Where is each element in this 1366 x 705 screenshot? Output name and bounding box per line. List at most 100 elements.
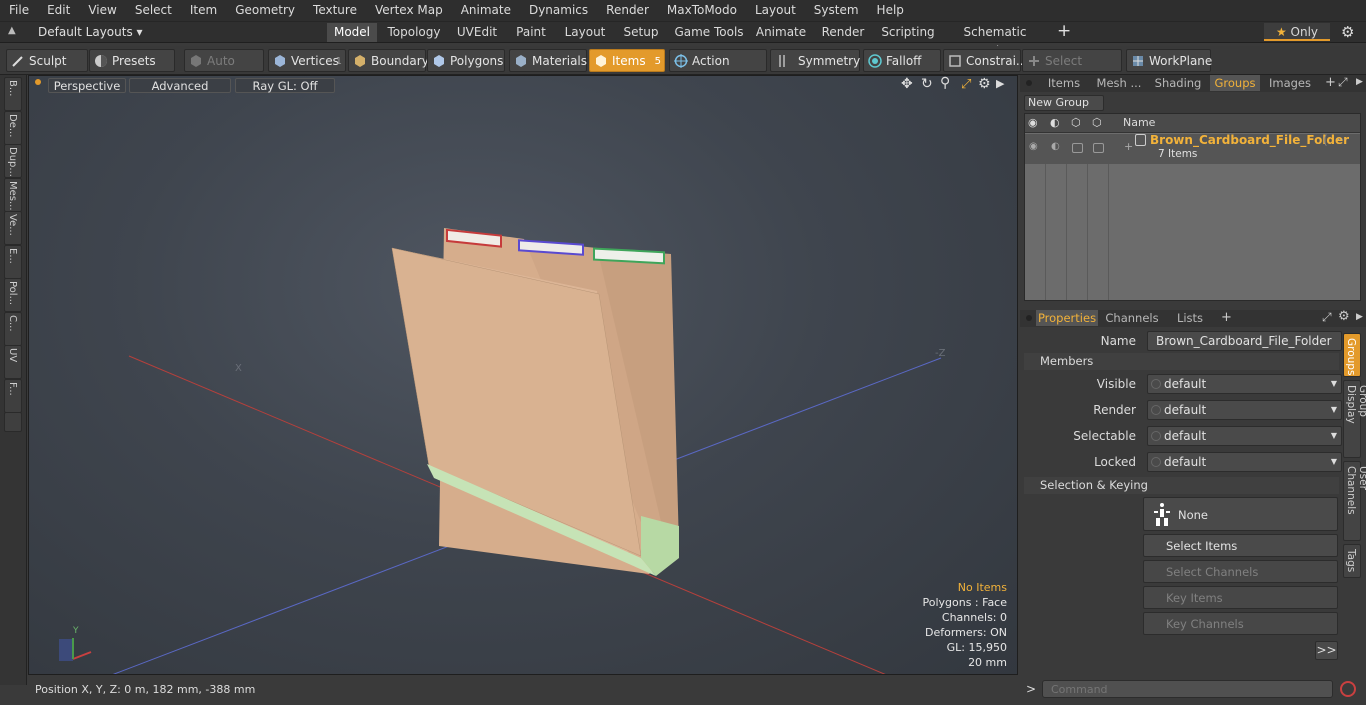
materials-button[interactable]: Materials	[509, 49, 587, 72]
auto-select-button[interactable]: Auto Select	[184, 49, 264, 91]
group-more[interactable]: ...	[1337, 132, 1347, 143]
groups-add-tab-button[interactable]: +	[1325, 75, 1336, 90]
visible-dropdown[interactable]: default ▼	[1147, 374, 1342, 394]
select-items-button[interactable]: Select Items	[1143, 534, 1338, 557]
groups-tab-shading[interactable]: Shading	[1154, 75, 1202, 91]
none-button[interactable]: None	[1143, 497, 1338, 531]
left-tab-9[interactable]: F...	[4, 378, 22, 413]
menu-dynamics[interactable]: Dynamics	[520, 0, 597, 21]
left-tab-3[interactable]: Mes...	[4, 177, 22, 212]
groups-tab-items[interactable]: Items	[1036, 75, 1092, 91]
constraints-button[interactable]: Constrai...	[943, 49, 1027, 72]
groups-arrow-icon[interactable]: ▶	[1356, 77, 1363, 87]
menu-maxtomodo[interactable]: MaxToModo	[658, 0, 746, 21]
group-select-checkbox[interactable]	[1093, 143, 1104, 153]
layout-tab-render[interactable]: Render	[812, 23, 874, 42]
settings-gear-icon[interactable]: ⚙	[1341, 23, 1354, 41]
side-tab-groups[interactable]: Groups	[1343, 333, 1361, 377]
left-tab-0[interactable]: B...	[4, 77, 22, 111]
side-tab-user-channels[interactable]: User Channels	[1343, 461, 1366, 541]
groups-expand-icon[interactable]: ⤢	[1338, 75, 1348, 90]
props-gear-icon[interactable]: ⚙	[1338, 309, 1350, 324]
group-name[interactable]: Brown_Cardboard_File_Folder	[1150, 133, 1349, 147]
props-add-tab-button[interactable]: +	[1221, 310, 1232, 325]
side-tab-group-display[interactable]: Group Display	[1343, 380, 1366, 458]
menu-help[interactable]: Help	[868, 0, 913, 21]
layout-tab-uvedit[interactable]: UVEdit	[449, 23, 505, 42]
menu-animate[interactable]: Animate	[452, 0, 520, 21]
props-menu-dot-icon[interactable]	[1026, 315, 1032, 321]
props-tab-channels[interactable]: Channels	[1102, 310, 1162, 326]
left-tab-1[interactable]: De...	[4, 110, 22, 145]
items-button[interactable]: Items 5	[589, 49, 665, 72]
action-center-button[interactable]: Action Center	[669, 49, 767, 91]
default-layouts-dropdown[interactable]: Default Layouts ▾	[38, 24, 143, 41]
polygons-button[interactable]: Polygons	[427, 49, 505, 72]
menu-layout[interactable]: Layout	[746, 0, 805, 21]
left-tab-8[interactable]: UV	[4, 345, 22, 379]
3d-viewport[interactable]: Perspective Advanced Ray GL: Off ✥ ↻ ⚲ ⤢…	[28, 75, 1018, 675]
select-channels-button[interactable]: Select Channels	[1143, 560, 1338, 583]
more-button[interactable]: >>	[1315, 641, 1338, 660]
layout-tab-animate[interactable]: Animate	[752, 23, 810, 42]
render-col-icon[interactable]: ◐	[1050, 116, 1060, 129]
group-lock-checkbox[interactable]	[1072, 143, 1083, 153]
visibility-col-eye-icon[interactable]: ◉	[1028, 116, 1038, 129]
vertices-button[interactable]: Vertices 1	[268, 49, 346, 72]
sculpt-button[interactable]: Sculpt	[6, 49, 88, 72]
groups-menu-dot-icon[interactable]	[1026, 80, 1032, 86]
falloff-button[interactable]: Falloff	[863, 49, 941, 72]
menu-vertex-map[interactable]: Vertex Map	[366, 0, 452, 21]
menu-texture[interactable]: Texture	[304, 0, 366, 21]
props-arrow-icon[interactable]: ▶	[1356, 312, 1363, 322]
locked-dropdown[interactable]: default ▼	[1147, 452, 1342, 472]
layout-tab-layout[interactable]: Layout	[557, 23, 613, 42]
left-tab-6[interactable]: Pol...	[4, 278, 22, 312]
key-items-button[interactable]: Key Items	[1143, 586, 1338, 609]
group-render-icon[interactable]: ◐	[1051, 141, 1060, 152]
groups-tab-groups[interactable]: Groups	[1210, 75, 1260, 91]
menu-render[interactable]: Render	[597, 0, 658, 21]
props-tab-properties[interactable]: Properties	[1036, 310, 1098, 326]
menu-item[interactable]: Item	[181, 0, 226, 21]
side-tab-tags[interactable]: Tags	[1343, 544, 1361, 578]
layout-tab-setup[interactable]: Setup	[617, 23, 665, 42]
select-col-icon[interactable]: ⬡	[1092, 116, 1102, 129]
lock-col-icon[interactable]: ⬡	[1071, 116, 1081, 129]
left-tab-4[interactable]: Ve...	[4, 211, 22, 245]
groups-tab-images[interactable]: Images	[1262, 75, 1318, 91]
record-macro-icon[interactable]	[1340, 681, 1356, 697]
selection-keying-section[interactable]: Selection & Keying	[1024, 477, 1339, 494]
boundary-button[interactable]: Boundary	[348, 49, 429, 72]
menu-select[interactable]: Select	[126, 0, 181, 21]
command-input[interactable]	[1042, 680, 1333, 698]
menu-geometry[interactable]: Geometry	[226, 0, 304, 21]
members-section[interactable]: Members	[1024, 353, 1339, 370]
layout-tab-game-tools[interactable]: Game Tools	[668, 23, 750, 42]
left-tab-extra[interactable]	[4, 412, 22, 432]
layout-tab-paint[interactable]: Paint	[509, 23, 553, 42]
name-col-header[interactable]: Name	[1123, 116, 1155, 129]
presets-button[interactable]: Presets	[89, 49, 175, 72]
new-group-button[interactable]: New Group	[1024, 95, 1104, 111]
layout-tab-model[interactable]: Model	[327, 23, 377, 42]
add-layout-tab-button[interactable]: +	[1057, 21, 1071, 41]
layout-tab-topology[interactable]: Topology	[385, 23, 443, 42]
menu-view[interactable]: View	[79, 0, 125, 21]
render-dropdown[interactable]: default ▼	[1147, 400, 1342, 420]
groups-list[interactable]: ◉ ◐ ⬡ ⬡ Name ◉ ◐ + Brown_Cardboard_File_…	[1024, 113, 1361, 301]
group-row[interactable]: ◉ ◐ + Brown_Cardboard_File_Folder ( ... …	[1025, 132, 1360, 164]
key-channels-button[interactable]: Key Channels	[1143, 612, 1338, 635]
left-tab-5[interactable]: E...	[4, 244, 22, 279]
layout-arrow-icon[interactable]: ▲	[8, 25, 16, 36]
name-field[interactable]: Brown_Cardboard_File_Folder (9)	[1147, 331, 1342, 366]
selectable-dropdown[interactable]: default ▼	[1147, 426, 1342, 446]
groups-tab-mesh[interactable]: Mesh ...	[1094, 75, 1144, 91]
symmetry-button[interactable]: Symmetry	[770, 49, 860, 72]
group-expand-icon[interactable]: +	[1124, 140, 1133, 153]
menu-edit[interactable]: Edit	[38, 0, 79, 21]
left-tab-2[interactable]: Dup...	[4, 144, 22, 178]
props-expand-icon[interactable]: ⤢	[1322, 310, 1332, 325]
layout-tab-scripting[interactable]: Scripting	[877, 23, 939, 42]
only-button[interactable]: ★ Only	[1264, 23, 1330, 41]
